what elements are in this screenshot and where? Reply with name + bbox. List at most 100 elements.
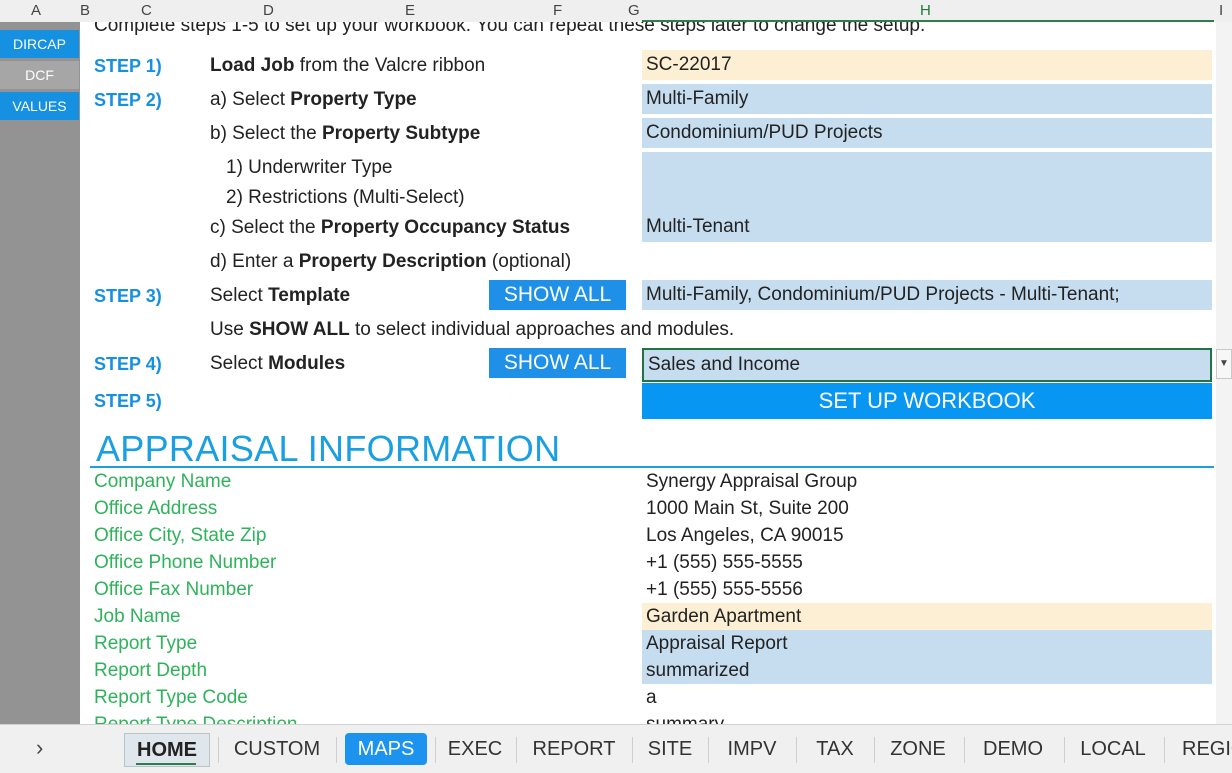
intro-text: Complete steps 1-5 to set up your workbo…: [94, 22, 926, 36]
report-type-code-label: Report Type Code: [94, 687, 248, 708]
restrictions-label: 2) Restrictions (Multi-Select): [226, 187, 465, 208]
step-4-instruction: Select Modules: [210, 353, 345, 375]
left-nav-pane: DIRCAP DCF VALUES: [0, 22, 80, 724]
tab-home[interactable]: HOME: [124, 733, 210, 767]
step-2-label: STEP 2): [94, 90, 162, 110]
nav-values-button[interactable]: VALUES: [0, 92, 79, 120]
nav-dircap-button[interactable]: DIRCAP: [0, 30, 79, 58]
report-type-label: Report Type: [94, 633, 198, 654]
tab-separator: [1064, 737, 1065, 763]
step-2d-post: (optional): [486, 251, 572, 272]
tab-site[interactable]: SITE: [640, 733, 700, 765]
step-3-bold: Template: [268, 285, 351, 306]
step-1-instruction: Load Job from the Valcre ribbon: [210, 55, 485, 77]
property-type-dropdown[interactable]: Multi-Family: [642, 84, 1212, 114]
step-2b-bold: Property Subtype: [321, 123, 481, 144]
step-2a-bold: Property Type: [290, 89, 417, 110]
step-2c-pre: c) Select the: [210, 217, 321, 238]
modules-dropdown[interactable]: Sales and Income: [642, 348, 1212, 382]
tab-separator: [796, 737, 797, 763]
step-2d-pre: d) Enter a: [210, 251, 299, 272]
tab-scroll-right-icon[interactable]: ›: [36, 735, 43, 761]
step-3-instruction: Select Template: [210, 285, 350, 307]
sheet-tab-bar: › HOME CUSTOM MAPS EXEC REPORT SITE IMPV…: [0, 724, 1232, 773]
office-phone-value[interactable]: +1 (555) 555-5555: [642, 549, 1212, 576]
report-depth-value[interactable]: summarized: [642, 657, 1212, 684]
worksheet-area: Complete steps 1-5 to set up your workbo…: [80, 22, 1216, 724]
underwriter-type-label: 1) Underwriter Type: [226, 157, 393, 178]
appraisal-info-title: APPRAISAL INFORMATION: [96, 428, 561, 469]
report-depth-label: Report Depth: [94, 660, 208, 681]
tab-separator: [516, 737, 517, 763]
tab-exec[interactable]: EXEC: [442, 733, 508, 765]
tab-region-label: REGION: [1182, 738, 1232, 760]
company-name-value[interactable]: Synergy Appraisal Group: [642, 468, 1212, 495]
tab-separator: [874, 737, 875, 763]
job-name-label: Job Name: [94, 606, 181, 627]
modules-show-all-button[interactable]: SHOW ALL: [489, 348, 626, 378]
step-1-label: STEP 1): [94, 56, 162, 76]
tab-zone[interactable]: ZONE: [882, 733, 954, 765]
tab-separator: [336, 737, 337, 763]
tab-maps[interactable]: MAPS: [345, 733, 427, 765]
tab-separator: [964, 737, 965, 763]
job-name-value[interactable]: Garden Apartment: [642, 603, 1212, 630]
office-fax-value[interactable]: +1 (555) 555-5556: [642, 576, 1212, 603]
col-header-c[interactable]: C: [141, 2, 152, 19]
show-all-note-post: to select individual approaches and modu…: [349, 319, 735, 340]
step-2d-bold: Property Description: [298, 251, 487, 272]
col-header-f[interactable]: F: [553, 2, 562, 19]
step-3-pre: Select: [210, 285, 269, 306]
active-tab-underline: [136, 763, 196, 765]
report-type-value[interactable]: Appraisal Report: [642, 630, 1212, 657]
step-2a-pre: a) Select: [210, 89, 291, 110]
template-dropdown[interactable]: Multi-Family, Condominium/PUD Projects -…: [642, 280, 1212, 310]
step-1-bold: Load Job: [210, 55, 295, 76]
occupancy-status-dropdown[interactable]: Multi-Tenant: [642, 212, 1212, 242]
step-4-pre: Select: [210, 353, 269, 374]
col-header-d[interactable]: D: [263, 2, 274, 19]
modules-dropdown-arrow-icon[interactable]: ▼: [1216, 349, 1232, 379]
tab-tax[interactable]: TAX: [804, 733, 866, 765]
step-2c-bold: Property Occupancy Status: [320, 217, 571, 238]
step-2b-pre: b) Select the: [210, 123, 322, 144]
tab-report[interactable]: REPORT: [524, 733, 624, 765]
property-subtype-dropdown[interactable]: Condominium/PUD Projects: [642, 118, 1212, 148]
col-header-a[interactable]: A: [31, 2, 41, 19]
tab-separator: [1164, 737, 1165, 763]
nav-dcf-button[interactable]: DCF: [0, 61, 79, 89]
tab-separator: [218, 737, 219, 763]
set-up-workbook-button[interactable]: SET UP WORKBOOK: [642, 383, 1212, 419]
show-all-note: Use SHOW ALL to select individual approa…: [210, 319, 734, 341]
office-city-label: Office City, State Zip: [94, 525, 267, 546]
col-header-i[interactable]: I: [1219, 2, 1223, 19]
tab-demo[interactable]: DEMO: [972, 733, 1054, 765]
office-fax-label: Office Fax Number: [94, 579, 254, 600]
tab-custom[interactable]: CUSTOM: [226, 733, 328, 765]
tab-separator: [708, 737, 709, 763]
tab-region[interactable]: REGION: [1172, 733, 1232, 765]
show-all-note-pre: Use: [210, 319, 250, 340]
step-2d-instruction: d) Enter a Property Description (optiona…: [210, 251, 571, 273]
step-2b-instruction: b) Select the Property Subtype: [210, 123, 480, 145]
col-header-b[interactable]: B: [80, 2, 90, 19]
step-4-label: STEP 4): [94, 354, 162, 374]
underwriter-restrictions-field[interactable]: [642, 152, 1212, 212]
tab-impv[interactable]: IMPV: [716, 733, 788, 765]
tab-separator: [435, 737, 436, 763]
step-3-label: STEP 3): [94, 286, 162, 306]
col-header-h[interactable]: H: [920, 2, 931, 19]
office-address-label: Office Address: [94, 498, 218, 519]
step-5-label: STEP 5): [94, 391, 162, 411]
office-address-value[interactable]: 1000 Main St, Suite 200: [642, 495, 1212, 522]
step-1-post: from the Valcre ribbon: [294, 55, 486, 76]
col-header-e[interactable]: E: [405, 2, 415, 19]
template-show-all-button[interactable]: SHOW ALL: [489, 280, 626, 310]
tab-local[interactable]: LOCAL: [1072, 733, 1154, 765]
col-header-g[interactable]: G: [628, 2, 640, 19]
office-city-value[interactable]: Los Angeles, CA 90015: [642, 522, 1212, 549]
report-type-code-value[interactable]: a: [642, 684, 1212, 711]
step-4-bold: Modules: [268, 353, 346, 374]
report-type-description-value[interactable]: summary: [642, 711, 1212, 724]
job-id-field[interactable]: SC-22017: [642, 50, 1212, 80]
